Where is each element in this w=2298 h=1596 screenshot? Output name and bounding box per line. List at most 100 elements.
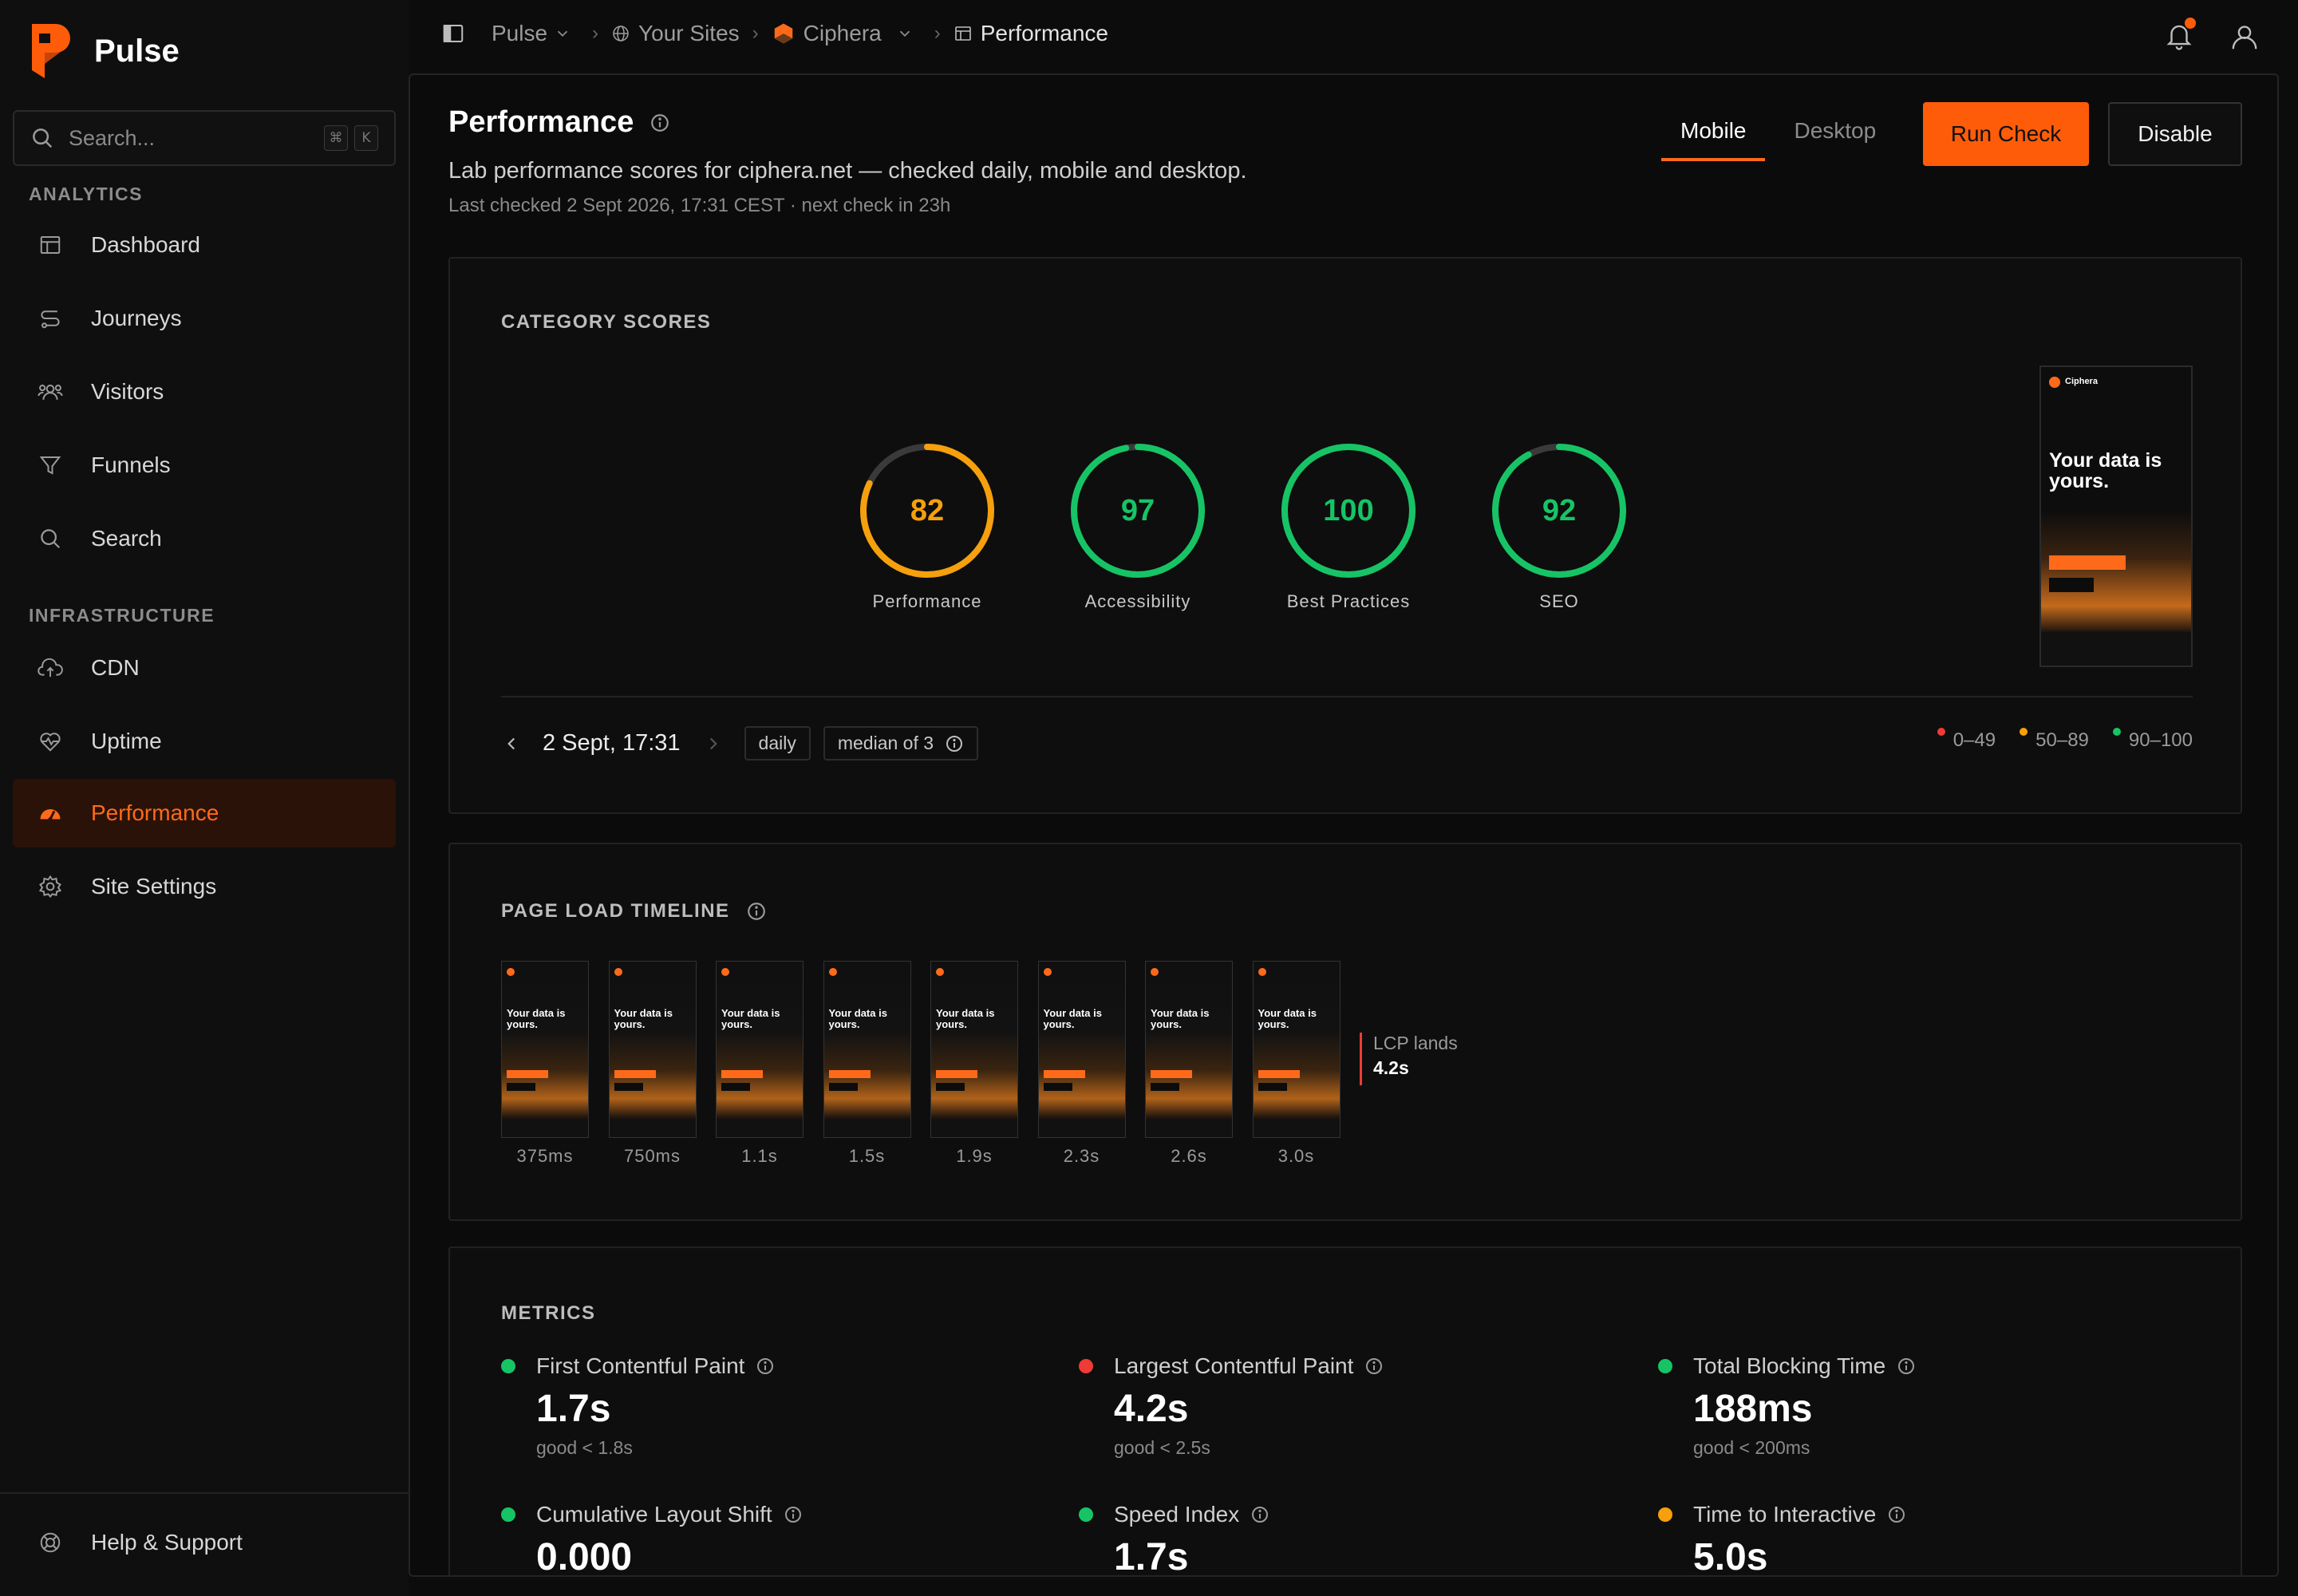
frame-primary-button — [1151, 1070, 1192, 1078]
chevron-right-icon[interactable] — [703, 733, 724, 754]
sidebar-item-label: Performance — [91, 800, 219, 825]
legend-label: 90–100 — [2128, 729, 2193, 751]
frame-headline: Your data is yours. — [1043, 1007, 1102, 1030]
ciphera-logo-icon — [774, 23, 792, 44]
frame-headline: Your data is yours. — [721, 1007, 780, 1030]
frame-logo-icon — [828, 968, 837, 976]
filmstrip-frame[interactable]: Your data is yours. — [608, 961, 697, 1138]
last-checked-meta: Last checked 2 Sept 2026, 17:31 CEST · n… — [448, 195, 951, 216]
info-icon[interactable] — [746, 901, 767, 922]
legend-dot-red — [1937, 728, 1945, 736]
metric-value: 5.0s — [1693, 1536, 1768, 1577]
filmstrip-frame[interactable]: Your data is yours. — [1252, 961, 1340, 1138]
sidebar-item-search[interactable]: Search — [13, 504, 396, 573]
breadcrumb: Pulse › Your Sites › Ciphera › Performan… — [440, 21, 1108, 46]
sidebar-item-label: Dashboard — [91, 232, 200, 257]
chevron-right-icon: › — [752, 22, 759, 44]
tab-mobile[interactable]: Mobile — [1661, 107, 1766, 161]
gauge-icon — [37, 800, 64, 827]
search-placeholder: Search... — [69, 125, 156, 150]
notifications-button[interactable] — [2164, 18, 2196, 55]
help-support-label: Help & Support — [91, 1530, 243, 1555]
preview-brand: Ciphera — [2065, 377, 2098, 386]
page-preview[interactable]: Ciphera Your data is yours. — [2039, 365, 2193, 667]
frame-secondary-button — [936, 1083, 965, 1091]
check-date: 2 Sept, 17:31 — [543, 730, 681, 756]
score-gauge-best-practices: 100 Best Practices — [1277, 439, 1420, 612]
gauge-label: Performance — [872, 591, 982, 611]
frame-headline: Your data is yours. — [936, 1007, 995, 1030]
metrics-card: METRICS First Contentful Paint 1.7s good <… — [448, 1246, 2242, 1577]
pulse-logo-icon — [32, 24, 70, 78]
timeline-title-text: PAGE LOAD TIMELINE — [501, 900, 730, 922]
page-title: Performance — [448, 105, 670, 140]
info-icon[interactable] — [650, 113, 670, 133]
sidebar-item-label: Site Settings — [91, 874, 217, 899]
metric-label: Total Blocking Time — [1693, 1353, 1886, 1378]
frame-secondary-button — [1151, 1083, 1179, 1091]
info-icon[interactable] — [1897, 1357, 1916, 1376]
sidebar-item-journeys[interactable]: Journeys — [13, 284, 396, 353]
sidebar-item-site-settings[interactable]: Site Settings — [13, 852, 396, 921]
filmstrip-frame[interactable]: Your data is yours. — [1037, 961, 1126, 1138]
metric-value: 0.000 — [536, 1536, 633, 1577]
info-icon[interactable] — [1364, 1357, 1384, 1376]
layout-icon — [954, 26, 971, 41]
funnel-icon — [37, 452, 64, 479]
user-icon[interactable] — [2229, 22, 2260, 53]
filmstrip-frame[interactable]: Your data is yours. — [716, 961, 804, 1138]
breadcrumb-label: Pulse — [492, 21, 548, 45]
frequency-pill: daily — [744, 726, 811, 760]
sidebar-item-cdn[interactable]: CDN — [13, 634, 396, 702]
sidebar-toggle-icon[interactable] — [440, 22, 466, 45]
filmstrip-frame[interactable]: Your data is yours. — [1145, 961, 1233, 1138]
metric-value: 1.7s — [1114, 1536, 1189, 1577]
globe-icon — [613, 26, 629, 41]
search-input[interactable]: Search... ⌘ K — [13, 110, 396, 166]
breadcrumb-your-sites[interactable]: Your Sites — [611, 21, 740, 46]
breadcrumb-pulse[interactable]: Pulse — [492, 21, 579, 46]
analytics-section-label: ANALYTICS — [29, 184, 143, 204]
legend-label: 0–49 — [1953, 729, 1996, 751]
breadcrumb-ciphera[interactable]: Ciphera — [772, 21, 922, 46]
filmstrip-frame[interactable]: Your data is yours. — [823, 961, 911, 1138]
heart-pulse-icon — [37, 728, 64, 755]
tab-desktop[interactable]: Desktop — [1775, 107, 1895, 161]
legend-dot-green — [2112, 728, 2121, 736]
info-icon[interactable] — [784, 1505, 803, 1524]
sidebar-item-dashboard[interactable]: Dashboard — [13, 211, 396, 279]
info-icon[interactable] — [1250, 1505, 1269, 1524]
frame-secondary-button — [614, 1083, 643, 1091]
info-icon[interactable] — [1887, 1505, 1906, 1524]
frame-timestamp: 375ms — [516, 1146, 574, 1166]
info-icon[interactable] — [945, 734, 964, 753]
score-gauge-seo: 92 SEO — [1487, 439, 1631, 612]
brand[interactable]: Pulse — [29, 22, 180, 80]
median-label: median of 3 — [837, 733, 934, 753]
info-icon[interactable] — [756, 1357, 775, 1376]
sidebar-item-visitors[interactable]: Visitors — [13, 358, 396, 426]
run-check-button[interactable]: Run Check — [1923, 102, 2089, 166]
sidebar-footer: Help & Support — [0, 1492, 409, 1596]
metric-time-to-interactive: Time to Interactive 5.0s — [1658, 1502, 2201, 1577]
frame-timestamp: 750ms — [623, 1146, 681, 1166]
score-gauge-accessibility: 97 Accessibility — [1066, 439, 1210, 612]
disable-button[interactable]: Disable — [2108, 102, 2242, 166]
frame-primary-button — [721, 1070, 763, 1078]
metric-value: 188ms — [1693, 1388, 1813, 1430]
metrics-title: METRICS — [501, 1302, 596, 1324]
sidebar-item-performance[interactable]: Performance — [13, 779, 396, 847]
sidebar-item-funnels[interactable]: Funnels — [13, 431, 396, 500]
dashboard-icon — [37, 231, 64, 259]
help-support-link[interactable]: Help & Support — [13, 1508, 396, 1577]
filmstrip-frame[interactable]: Your data is yours. — [501, 961, 589, 1138]
breadcrumb-label: Performance — [980, 21, 1109, 45]
frame-secondary-button — [1258, 1083, 1287, 1091]
sidebar-item-uptime[interactable]: Uptime — [13, 707, 396, 776]
metric-value: 1.7s — [536, 1388, 611, 1430]
timeline-title: PAGE LOAD TIMELINE — [501, 900, 767, 922]
median-pill: median of 3 — [823, 726, 979, 760]
chevron-left-icon[interactable] — [501, 733, 522, 754]
page-description: Lab performance scores for ciphera.net —… — [448, 158, 1247, 184]
filmstrip-frame[interactable]: Your data is yours. — [930, 961, 1018, 1138]
